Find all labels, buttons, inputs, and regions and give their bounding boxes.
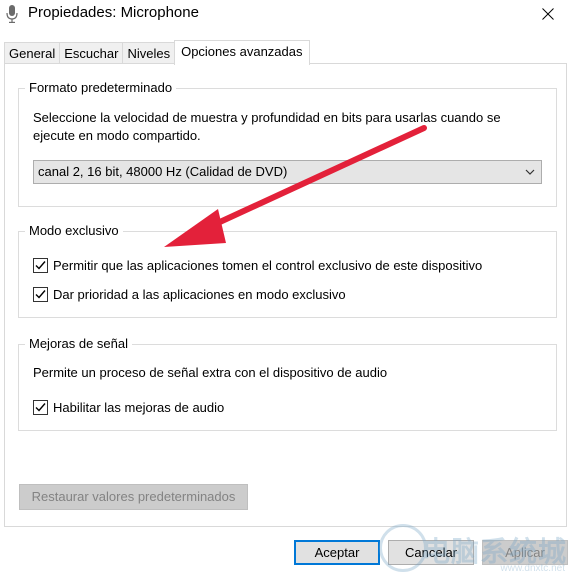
checkmark-icon	[35, 290, 46, 299]
signal-enhancements-group: Mejoras de señal Permite un proceso de s…	[18, 336, 557, 431]
audio-enhancements-label: Habilitar las mejoras de audio	[53, 400, 225, 415]
restore-defaults-button: Restaurar valores predeterminados	[19, 484, 248, 510]
signal-enhancements-description: Permite un proceso de señal extra con el…	[33, 365, 388, 380]
sample-rate-value: canal 2, 16 bit, 48000 Hz (Calidad de DV…	[38, 164, 288, 179]
exclusive-mode-legend: Modo exclusivo	[25, 223, 123, 238]
exclusive-control-checkbox[interactable]	[33, 258, 48, 273]
properties-window: Propiedades: Microphone General Escuchar…	[0, 0, 571, 576]
close-icon	[542, 8, 554, 20]
exclusive-priority-checkbox[interactable]	[33, 287, 48, 302]
tab-escuchar[interactable]: Escuchar	[59, 42, 124, 64]
chevron-down-icon	[525, 169, 535, 175]
title-bar: Propiedades: Microphone	[0, 0, 571, 28]
checkmark-icon	[35, 403, 46, 412]
exclusive-control-option[interactable]: Permitir que las aplicaciones tomen el c…	[33, 258, 482, 273]
default-format-description-line2: ejecute en modo compartido.	[33, 128, 201, 143]
tab-strip: General Escuchar Niveles Opciones avanza…	[4, 40, 310, 65]
window-title: Propiedades: Microphone	[28, 4, 199, 21]
watermark-url: www.dnxtc.net	[500, 563, 565, 574]
tab-opciones-avanzadas[interactable]: Opciones avanzadas	[174, 40, 310, 65]
exclusive-mode-group: Modo exclusivo Permitir que las aplicaci…	[18, 223, 557, 318]
checkmark-icon	[35, 261, 46, 270]
default-format-description-line1: Seleccione la velocidad de muestra y pro…	[33, 110, 501, 125]
tab-general[interactable]: General	[4, 42, 61, 64]
close-button[interactable]	[525, 0, 571, 28]
tab-panel: Formato predeterminado Seleccione la vel…	[4, 63, 567, 527]
exclusive-priority-option[interactable]: Dar prioridad a las aplicaciones en modo…	[33, 287, 346, 302]
microphone-icon	[6, 5, 18, 23]
exclusive-priority-label: Dar prioridad a las aplicaciones en modo…	[53, 287, 346, 302]
signal-enhancements-legend: Mejoras de señal	[25, 336, 132, 351]
audio-enhancements-checkbox[interactable]	[33, 400, 48, 415]
watermark: 电脑系统城 www.dnxtc.net	[371, 516, 571, 576]
accept-button[interactable]: Aceptar	[294, 540, 380, 565]
exclusive-control-label: Permitir que las aplicaciones tomen el c…	[53, 258, 483, 273]
sample-rate-select[interactable]: canal 2, 16 bit, 48000 Hz (Calidad de DV…	[33, 160, 542, 184]
default-format-legend: Formato predeterminado	[25, 80, 177, 95]
default-format-group: Formato predeterminado Seleccione la vel…	[18, 80, 557, 207]
tab-niveles[interactable]: Niveles	[122, 42, 176, 64]
watermark-logo-icon	[379, 524, 427, 572]
audio-enhancements-option[interactable]: Habilitar las mejoras de audio	[33, 400, 224, 415]
